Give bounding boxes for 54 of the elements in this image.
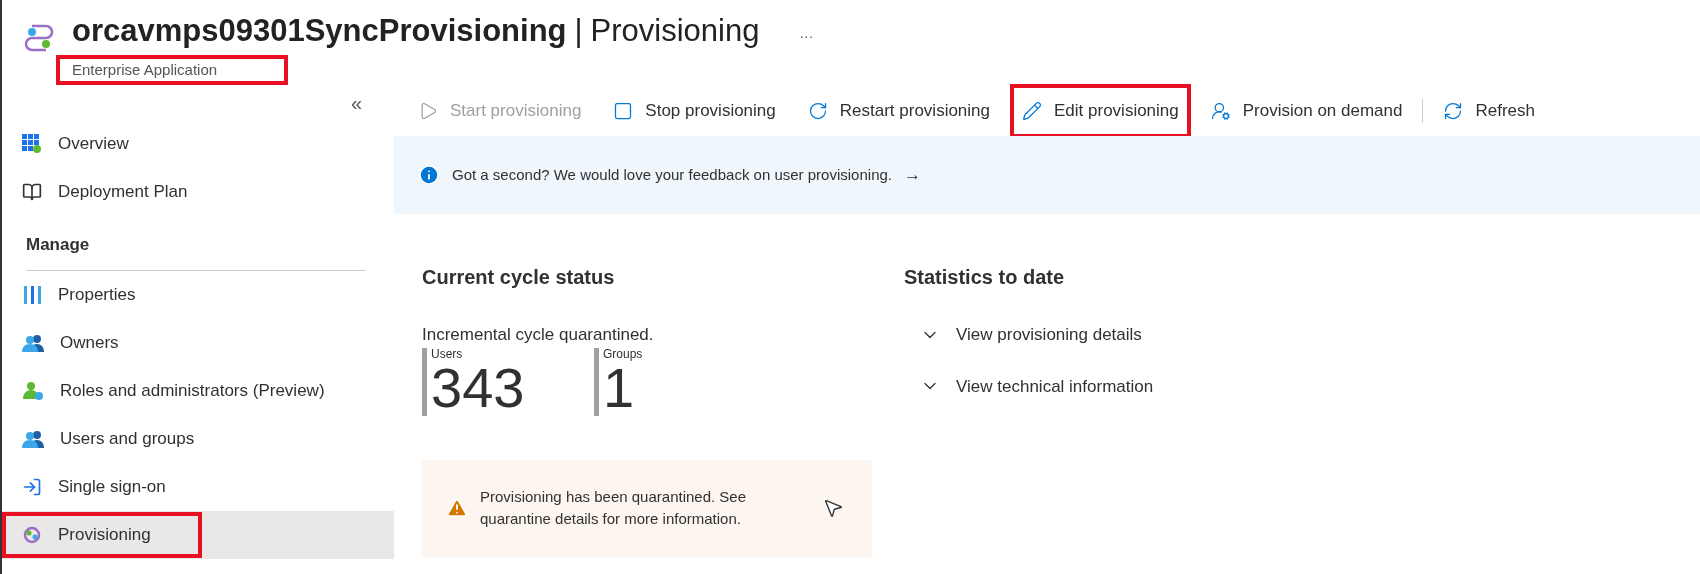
toolbar-button[interactable]: Provision on demand [1198, 84, 1415, 138]
banner-text: Got a second? We would love your feedback on user provisioning. [452, 164, 892, 185]
sidebar-item-label: Deployment Plan [2, 169, 204, 215]
expander[interactable]: View provisioning details [920, 322, 1154, 348]
toolbar-button[interactable]: Stop provisioning [601, 84, 788, 138]
sidebar-item[interactable]: Deployment Plan [2, 168, 394, 216]
page-title: Provisioning [590, 12, 760, 50]
stop-icon [613, 101, 634, 121]
collapse-button[interactable]: « [350, 89, 362, 117]
book-icon [22, 182, 42, 202]
sidebar-item[interactable]: Overview [2, 120, 394, 168]
sidebar-item[interactable]: Users and groups [2, 414, 394, 463]
stat-value: 343 [431, 359, 526, 416]
more-button[interactable]: ··· [799, 26, 814, 46]
sidebar-item-label: Provisioning [2, 511, 202, 558]
subtitle: Enterprise Application [56, 54, 288, 85]
sync-icon [22, 524, 42, 545]
sidebar-item-label: Properties [2, 271, 202, 318]
sidebar-item-label: Users and groups [2, 415, 211, 462]
people-icon [22, 332, 44, 353]
sidebar-item-label: Owners [2, 319, 202, 366]
admin-icon [22, 380, 44, 401]
sidebar-item-label: Overview [2, 121, 202, 167]
warning-text: Provisioning has been quarantined. See quarantine details for more information. [480, 486, 748, 529]
cursor-icon [822, 497, 844, 519]
info-icon [418, 164, 440, 186]
stat-label: Users [431, 347, 464, 360]
refresh-icon [1443, 101, 1464, 121]
sidebar-item[interactable]: Provisioning [2, 510, 394, 559]
sidebar-item[interactable]: Owners [2, 318, 394, 367]
expander[interactable]: View technical information [920, 373, 1154, 399]
bars-icon [22, 284, 42, 305]
cycle-status: Incremental cycle quarantined. [422, 324, 655, 346]
pencil-icon [1022, 101, 1042, 121]
arrow-link[interactable]: → [904, 162, 921, 188]
stat-label: Groups [603, 347, 644, 360]
section-heading: Current cycle status [422, 265, 616, 290]
restart-icon [807, 101, 828, 121]
title-separator: | [574, 12, 583, 50]
window-title: orcavmps09301SyncProvisioning [72, 12, 567, 50]
sidebar-item-label: Roles and administrators (Preview) [2, 367, 341, 414]
warning-icon [446, 497, 468, 519]
section-heading: Statistics to date [904, 265, 1066, 290]
toolbar-button[interactable]: Refresh [1431, 84, 1547, 138]
person-sync-icon [1210, 101, 1231, 121]
sign-in-icon [22, 476, 42, 497]
toolbar-button[interactable]: Restart provisioning [795, 84, 1002, 138]
sidebar-item[interactable]: Single sign-on [2, 462, 394, 511]
sidebar-item[interactable]: Properties [2, 270, 394, 319]
sidebar-item[interactable]: Roles and administrators (Preview) [2, 366, 394, 415]
sidebar-item-label: Single sign-on [2, 463, 202, 510]
grid-icon [22, 134, 42, 154]
section-heading: Manage [26, 235, 90, 254]
people-icon [22, 428, 44, 449]
